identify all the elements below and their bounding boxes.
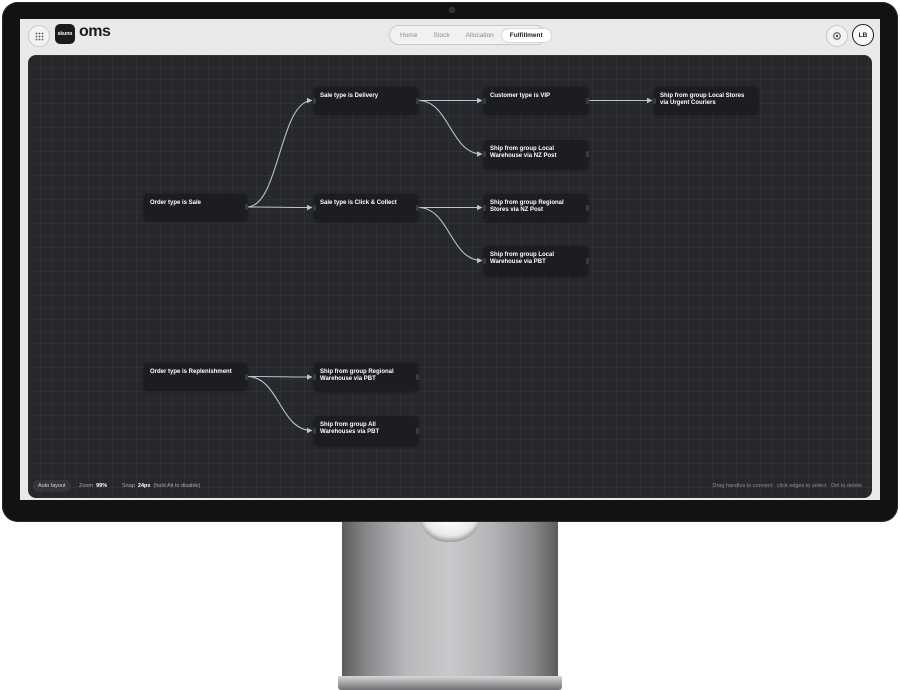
node-input-handle[interactable]	[483, 97, 486, 104]
flow-edge[interactable]	[417, 99, 483, 157]
node-label: Ship from group Local Warehouse via NZ P…	[490, 146, 557, 159]
camera	[449, 7, 455, 13]
flow-canvas[interactable]: Order type is Sale Sale type is Delivery…	[28, 55, 872, 498]
settings-icon	[833, 32, 841, 40]
node-ship-regional-stores-nzpost[interactable]: Ship from group Regional Stores via NZ P…	[483, 194, 589, 221]
node-output-handle[interactable]	[586, 204, 589, 211]
node-label: Ship from group Regional Warehouse via P…	[320, 369, 394, 382]
node-label: Order type is Replenishment	[150, 369, 232, 375]
node-output-handle[interactable]	[245, 204, 248, 210]
flow-edge[interactable]	[246, 204, 313, 211]
flow-edge[interactable]	[246, 374, 313, 380]
flow-edge[interactable]	[417, 206, 483, 264]
node-label: Sale type is Delivery	[320, 93, 379, 99]
node-order-sale[interactable]: Order type is Sale	[144, 194, 248, 220]
apps-button[interactable]	[28, 25, 50, 47]
node-ship-local-stores-urgent[interactable]: Ship from group Local Stores via Urgent …	[653, 87, 758, 114]
node-output-handle[interactable]	[416, 374, 419, 380]
node-output-handle[interactable]	[416, 97, 419, 104]
snap-label: Snap	[122, 483, 135, 489]
node-label: Ship from group Local Warehouse via PBT	[490, 252, 554, 265]
logo-text[interactable]: oms	[79, 23, 111, 41]
app-screen: skuno oms Home Stock Allocation Fulfillm…	[20, 19, 880, 500]
node-output-handle[interactable]	[586, 97, 589, 104]
node-output-handle[interactable]	[586, 257, 589, 264]
snap-value: 24px	[137, 483, 151, 489]
logo-badge: skuno	[55, 24, 75, 44]
node-ship-regional-wh-pbt[interactable]: Ship from group Regional Warehouse via P…	[313, 363, 419, 391]
tab-stock[interactable]: Stock	[425, 29, 457, 42]
node-sale-delivery[interactable]: Sale type is Delivery	[313, 87, 419, 114]
auto-layout-button[interactable]: Auto layout	[33, 480, 71, 492]
node-output-handle[interactable]	[245, 373, 248, 380]
node-input-handle[interactable]	[483, 151, 486, 157]
settings-button[interactable]	[826, 25, 848, 47]
top-bar: skuno oms Home Stock Allocation Fulfillm…	[20, 19, 880, 53]
tab-home[interactable]: Home	[392, 29, 425, 42]
tab-allocation[interactable]: Allocation	[458, 29, 502, 42]
node-label: Ship from group Local Stores via Urgent …	[660, 93, 745, 106]
tab-fulfillment[interactable]: Fulfillment	[501, 28, 551, 42]
node-order-replenishment[interactable]: Order type is Replenishment	[144, 363, 248, 390]
snap-status: Snap 24px (hold Alt to disable)	[122, 483, 200, 489]
node-output-handle[interactable]	[416, 427, 419, 434]
node-customer-vip[interactable]: Customer type is VIP	[483, 87, 589, 114]
flow-edge[interactable]	[246, 375, 313, 434]
node-input-handle[interactable]	[483, 204, 486, 211]
zoom-status: Zoom 99%	[79, 483, 107, 489]
flow-edges	[246, 97, 653, 434]
flow-edge[interactable]	[246, 97, 313, 208]
node-label: Sale type is Click & Collect	[320, 200, 397, 206]
node-label: Ship from group All Warehouses via PBT	[320, 422, 380, 435]
node-ship-all-wh-pbt[interactable]: Ship from group All Warehouses via PBT	[313, 416, 419, 445]
node-input-handle[interactable]	[313, 374, 316, 380]
canvas-help-text: Drag handles to connect · click edges to…	[712, 483, 863, 489]
user-avatar[interactable]: LB	[852, 24, 874, 46]
node-label: Order type is Sale	[150, 200, 202, 206]
snap-hint: (hold Alt to disable)	[153, 483, 201, 489]
node-label: Ship from group Regional Stores via NZ P…	[490, 200, 564, 213]
node-output-handle[interactable]	[416, 204, 419, 211]
node-input-handle[interactable]	[313, 427, 316, 434]
node-ship-local-wh-pbt[interactable]: Ship from group Local Warehouse via PBT	[483, 246, 589, 275]
node-sale-click-collect[interactable]: Sale type is Click & Collect	[313, 194, 419, 221]
zoom-value: 99%	[96, 483, 108, 489]
node-label: Customer type is VIP	[490, 93, 551, 99]
main-nav: Home Stock Allocation Fulfillment	[389, 25, 551, 45]
node-output-handle[interactable]	[586, 151, 589, 157]
node-input-handle[interactable]	[483, 257, 486, 264]
monitor-base	[338, 676, 562, 690]
zoom-label: Zoom	[79, 483, 94, 489]
monitor-stand	[342, 518, 558, 678]
node-input-handle[interactable]	[653, 97, 656, 104]
node-input-handle[interactable]	[313, 97, 316, 104]
node-ship-local-wh-nzpost[interactable]: Ship from group Local Warehouse via NZ P…	[483, 140, 589, 168]
node-input-handle[interactable]	[313, 204, 316, 211]
grid-icon	[35, 32, 43, 40]
